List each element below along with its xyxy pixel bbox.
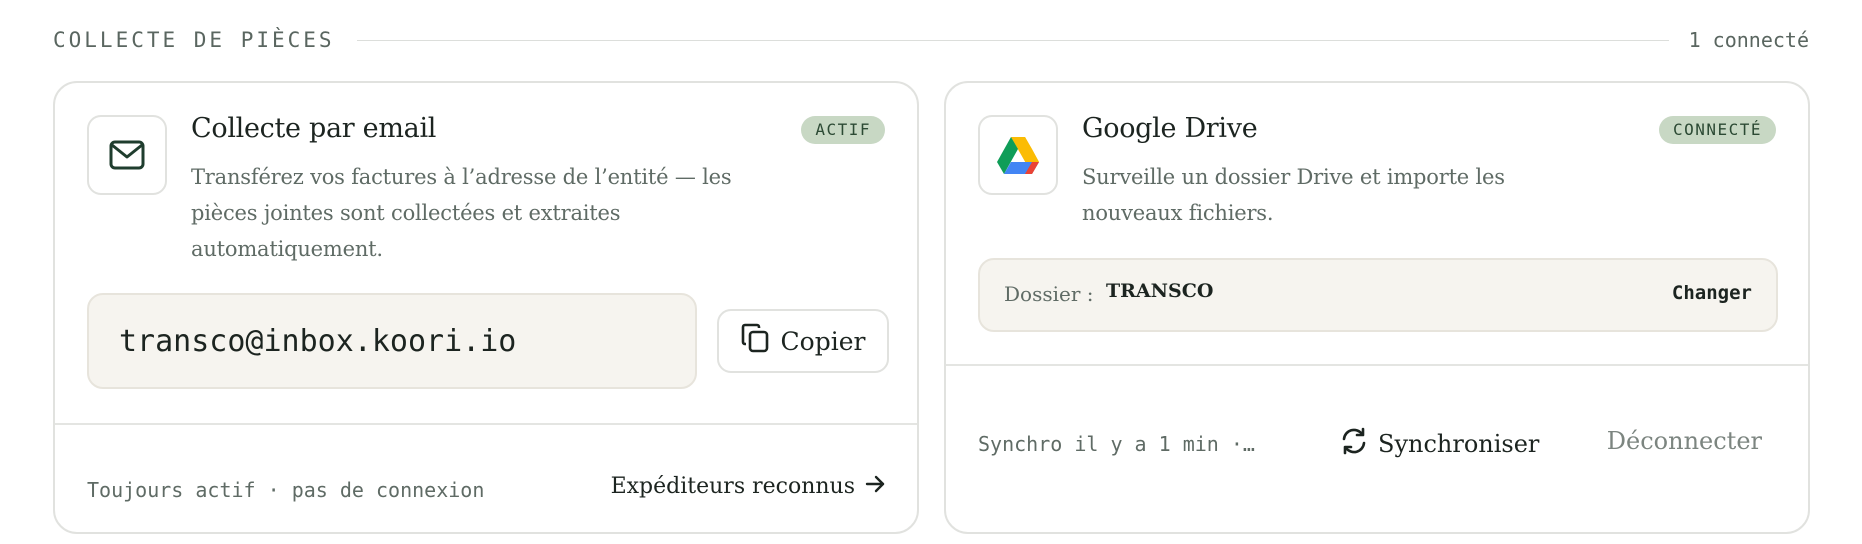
refresh-icon [1340, 427, 1368, 461]
sync-button-label: Synchroniser [1378, 430, 1540, 458]
arrow-right-icon [865, 474, 885, 499]
google-drive-card: Google Drive CONNECTÉ Surveille un dossi… [944, 81, 1810, 534]
email-address-field[interactable]: transco@inbox.koori.io [87, 293, 697, 389]
card-divider [55, 423, 917, 425]
copy-button-label: Copier [780, 326, 866, 356]
change-folder-button[interactable]: Changer [1672, 282, 1752, 304]
section-header: COLLECTE DE PIÈCES 1 connecté [53, 26, 1809, 54]
connected-count: 1 connecté [1688, 28, 1809, 52]
section-title: COLLECTE DE PIÈCES [53, 28, 335, 52]
google-drive-icon [978, 115, 1058, 195]
mail-icon [87, 115, 167, 195]
drive-card-description: Surveille un dossier Drive et importe le… [1082, 165, 1505, 225]
sync-button[interactable]: Synchroniser [1340, 427, 1539, 461]
section-divider [356, 39, 1669, 41]
email-collection-card: Collecte par email ACTIF Transférez vos … [53, 81, 919, 534]
card-divider [946, 364, 1808, 366]
status-badge: CONNECTÉ [1658, 116, 1776, 144]
email-address-value[interactable]: transco@inbox.koori.io [119, 324, 516, 359]
recognized-senders-link[interactable]: Expéditeurs reconnus [611, 474, 885, 499]
drive-folder-selector: Dossier : TRANSCO Changer [978, 258, 1778, 332]
email-card-description: Transférez vos factures à l’adresse de l… [191, 165, 732, 261]
email-card-title: Collecte par email [191, 113, 437, 144]
status-badge: ACTIF [801, 116, 885, 144]
sync-status-text: Synchro il y a 1 min ·… [978, 432, 1255, 456]
recognized-senders-label: Expéditeurs reconnus [610, 474, 855, 499]
copy-button[interactable]: Copier [717, 309, 889, 373]
folder-name: TRANSCO [1106, 280, 1214, 302]
disconnect-button[interactable]: Déconnecter [1607, 427, 1762, 455]
drive-card-title: Google Drive [1082, 113, 1258, 144]
folder-label: Dossier : [1004, 282, 1094, 306]
email-status-text: Toujours actif · pas de connexion [87, 478, 485, 502]
copy-icon [741, 323, 769, 359]
